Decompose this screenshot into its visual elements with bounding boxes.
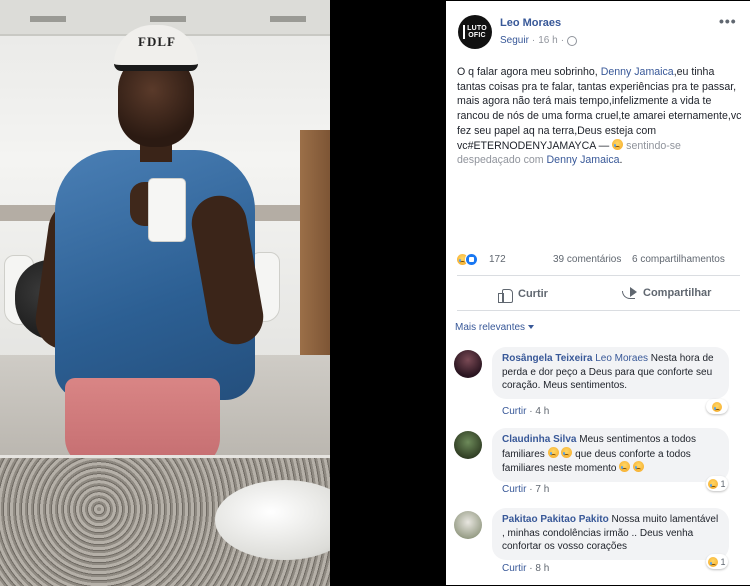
comment-time[interactable]: 7 h xyxy=(535,484,549,495)
share-arrow-icon xyxy=(622,287,637,299)
author-avatar[interactable]: LUTO OFIC xyxy=(458,15,492,49)
comment-like-link[interactable]: Curtir xyxy=(502,406,526,417)
sort-comments-dropdown[interactable]: Mais relevantes xyxy=(455,322,535,333)
crying-face-icon xyxy=(619,461,631,472)
comment-reaction[interactable] xyxy=(706,399,728,414)
photo-vent xyxy=(30,16,66,22)
thumbs-up-icon xyxy=(498,287,513,303)
commenter-name[interactable]: Claudinha Silva xyxy=(502,434,576,445)
post-text-part: . xyxy=(619,154,623,167)
photo-vent xyxy=(150,16,186,22)
commenter-avatar[interactable] xyxy=(454,350,482,378)
comments-count[interactable]: 39 comentários xyxy=(553,254,621,265)
sad-reaction-icon xyxy=(712,401,722,412)
crying-face-icon xyxy=(633,461,645,472)
commenter-name[interactable]: Rosângela Teixeira xyxy=(502,353,592,364)
commenter-avatar[interactable] xyxy=(454,431,482,459)
globe-icon xyxy=(567,35,578,46)
like-label: Curtir xyxy=(518,288,548,300)
post-text-part: ,eu tinha tantas coisas pra te falar, ta… xyxy=(457,66,742,152)
comment-reaction-count: 1 xyxy=(720,556,726,567)
reaction-icons[interactable] xyxy=(457,253,478,266)
caret-down-icon xyxy=(528,325,535,329)
meta-separator: · xyxy=(531,35,536,46)
sad-reaction-icon xyxy=(708,478,719,489)
comment-reaction[interactable]: 1 xyxy=(706,476,728,491)
divider xyxy=(457,310,740,311)
post-text: O q falar agora meu sobrinho, Denny Jama… xyxy=(457,65,743,168)
share-button[interactable]: Compartilhar xyxy=(622,287,711,299)
comment-actions: Curtir · 7 h xyxy=(502,484,549,495)
photo-cap-text: FDLF xyxy=(138,34,176,49)
post-stats: 172 39 comentários 6 compartilhamentos xyxy=(457,252,742,268)
sort-label: Mais relevantes xyxy=(455,322,526,333)
avatar-text-line: OFIC xyxy=(468,32,486,39)
comment-time[interactable]: 4 h xyxy=(535,406,549,417)
reaction-count[interactable]: 172 xyxy=(489,254,506,265)
post-text-part: O q falar agora meu sobrinho, xyxy=(457,66,601,78)
follow-link[interactable]: Seguir xyxy=(500,35,529,46)
sad-reaction-icon xyxy=(708,556,719,567)
like-button[interactable]: Curtir xyxy=(498,287,548,303)
sad-face-icon xyxy=(612,138,624,150)
share-label: Compartilhar xyxy=(643,287,712,299)
comment-like-link[interactable]: Curtir xyxy=(502,484,526,495)
comment-reaction[interactable]: 1 xyxy=(706,554,728,569)
shares-count[interactable]: 6 compartilhamentos xyxy=(632,254,725,265)
commenter-avatar[interactable] xyxy=(454,511,482,539)
post-photo[interactable]: FDLF xyxy=(0,0,330,586)
comment-bubble: Rosângela Teixeira Leo Moraes Nesta hora… xyxy=(492,347,729,399)
tagged-user-link[interactable]: Denny Jamaica xyxy=(601,66,674,78)
comment-actions: Curtir · 8 h xyxy=(502,563,549,574)
meta-separator: · xyxy=(560,35,565,46)
divider xyxy=(457,275,740,276)
avatar-text-line: LUTO xyxy=(467,25,487,32)
author-name[interactable]: Leo Moraes xyxy=(500,17,561,29)
comment-bubble: Pakitao Pakitao Pakito Nossa muito lamen… xyxy=(492,508,729,560)
tagged-user-link[interactable]: Denny Jamaica xyxy=(547,154,620,166)
meta-separator: · xyxy=(529,406,533,417)
meta-separator: · xyxy=(529,484,533,495)
comment-like-link[interactable]: Curtir xyxy=(502,563,526,574)
comment-bubble: Claudinha Silva Meus sentimentos a todos… xyxy=(492,428,729,482)
crying-face-icon xyxy=(561,446,573,458)
post-meta: Seguir · 16 h · xyxy=(500,35,578,46)
post-panel: LUTO OFIC Leo Moraes Seguir · 16 h · •••… xyxy=(446,1,750,585)
comment-actions: Curtir · 4 h xyxy=(502,406,549,417)
more-options-icon[interactable]: ••• xyxy=(719,13,737,29)
photo-wood-wall xyxy=(300,130,330,370)
like-reaction-icon xyxy=(465,253,478,266)
comment-reaction-count: 1 xyxy=(720,478,726,489)
comment-time[interactable]: 8 h xyxy=(535,563,549,574)
photo-vent xyxy=(270,16,306,22)
tagged-user-link[interactable]: Leo Moraes xyxy=(595,353,648,364)
post-time[interactable]: 16 h xyxy=(538,35,557,46)
photo-phone xyxy=(148,178,186,242)
meta-separator: · xyxy=(529,563,533,574)
commenter-name[interactable]: Pakitao Pakitao Pakito xyxy=(502,514,609,525)
crying-face-icon xyxy=(547,446,559,458)
avatar-text: LUTO OFIC xyxy=(463,25,487,39)
